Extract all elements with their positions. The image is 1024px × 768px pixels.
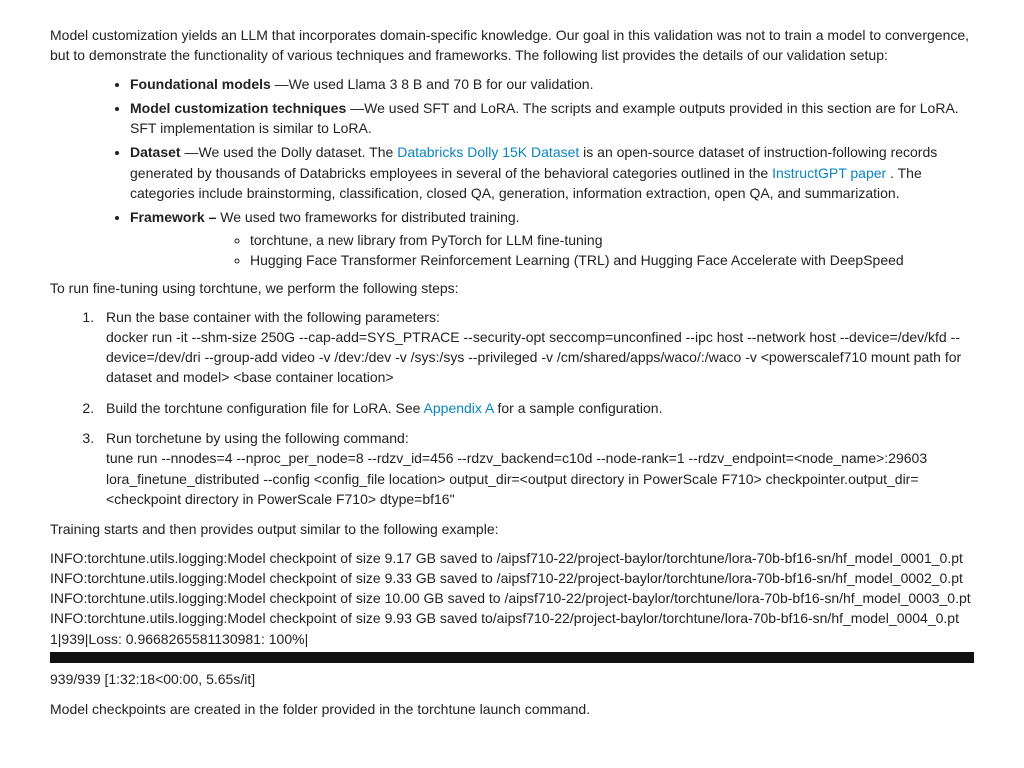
setup-list: Foundational models —We used Llama 3 8 B… [50, 74, 974, 271]
appendix-link[interactable]: Appendix A [424, 400, 494, 416]
training-output-intro: Training starts and then provides output… [50, 519, 974, 539]
sub-huggingface: Hugging Face Transformer Reinforcement L… [250, 250, 974, 270]
log-line: INFO:torchtune.utils.logging:Model check… [50, 548, 974, 568]
bullet-label: Framework – [130, 209, 216, 225]
log-output: INFO:torchtune.utils.logging:Model check… [50, 548, 974, 690]
bullet-text: —We used Llama 3 8 B and 70 B for our va… [271, 76, 594, 92]
log-line: INFO:torchtune.utils.logging:Model check… [50, 608, 974, 628]
step-text: Build the torchtune configuration file f… [106, 400, 424, 416]
log-line: 939/939 [1:32:18<00:00, 5.65s/it] [50, 669, 974, 689]
instructgpt-link[interactable]: InstructGPT paper [772, 165, 886, 181]
log-line: INFO:torchtune.utils.logging:Model check… [50, 568, 974, 588]
intro-paragraph: Model customization yields an LLM that i… [50, 25, 974, 66]
step-command: tune run --nnodes=4 --nproc_per_node=8 -… [106, 450, 927, 507]
bullet-customization: Model customization techniques —We used … [130, 98, 974, 139]
framework-sublist: torchtune, a new library from PyTorch fo… [130, 230, 974, 271]
log-line: INFO:torchtune.utils.logging:Model check… [50, 588, 974, 608]
bullet-dataset: Dataset —We used the Dolly dataset. The … [130, 142, 974, 203]
step-text: Run the base container with the followin… [106, 309, 440, 325]
step-text: Run torchetune by using the following co… [106, 430, 409, 446]
dolly-dataset-link[interactable]: Databricks Dolly 15K Dataset [397, 144, 579, 160]
bullet-text: —We used the Dolly dataset. The [181, 144, 398, 160]
checkpoints-note: Model checkpoints are created in the fol… [50, 699, 974, 719]
bullet-label: Dataset [130, 144, 181, 160]
bullet-text: We used two frameworks for distributed t… [216, 209, 519, 225]
bullet-framework: Framework – We used two frameworks for d… [130, 207, 974, 270]
step-text: for a sample configuration. [494, 400, 663, 416]
progress-bar [50, 652, 974, 663]
steps-list: Run the base container with the followin… [50, 307, 974, 510]
log-line: 1|939|Loss: 0.9668265581130981: 100%| [50, 629, 974, 649]
step-3: Run torchetune by using the following co… [98, 428, 974, 509]
bullet-foundational: Foundational models —We used Llama 3 8 B… [130, 74, 974, 94]
step-2: Build the torchtune configuration file f… [98, 398, 974, 418]
step-1: Run the base container with the followin… [98, 307, 974, 388]
bullet-label: Model customization techniques [130, 100, 346, 116]
sub-torchtune: torchtune, a new library from PyTorch fo… [250, 230, 974, 250]
step-command: docker run -it --shm-size 250G --cap-add… [106, 329, 961, 386]
bullet-label: Foundational models [130, 76, 271, 92]
steps-intro: To run fine-tuning using torchtune, we p… [50, 278, 974, 298]
